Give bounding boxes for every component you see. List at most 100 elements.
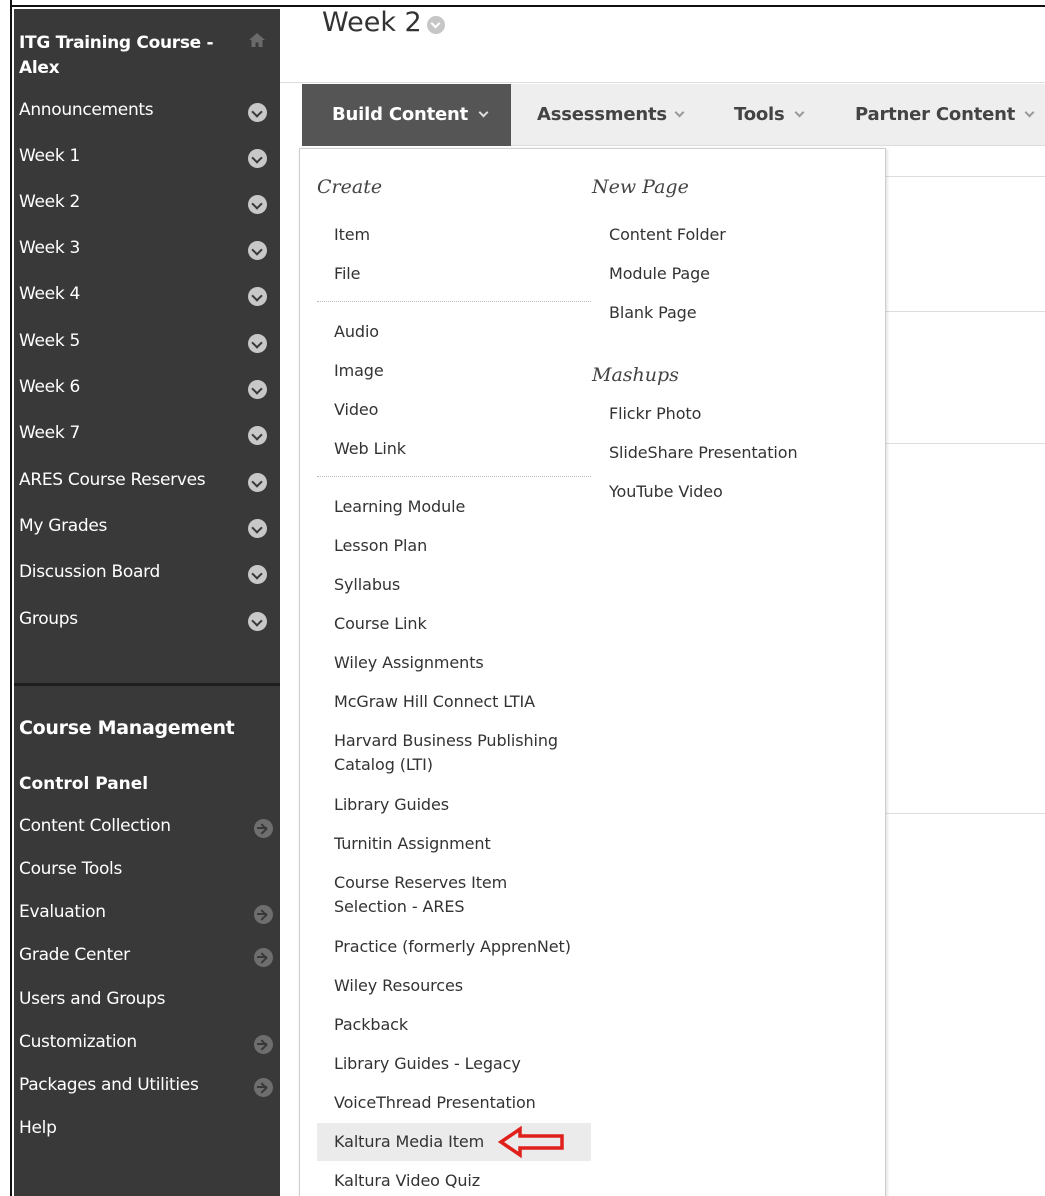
- menu-item-course-link[interactable]: Course Link: [334, 612, 427, 636]
- build-content-button[interactable]: Build Content: [302, 84, 511, 146]
- control-panel-item-content-collection[interactable]: Content Collection: [14, 809, 280, 847]
- control-panel-item-label: Grade Center: [19, 945, 130, 965]
- chevron-down-icon[interactable]: [248, 473, 267, 492]
- new-page-heading: New Page: [592, 176, 689, 198]
- arrow-right-icon[interactable]: [254, 1035, 273, 1054]
- control-panel-item-evaluation[interactable]: Evaluation: [14, 895, 280, 933]
- chevron-down-icon[interactable]: [248, 565, 267, 584]
- arrow-right-icon[interactable]: [254, 1078, 273, 1097]
- partner-content-label: Partner Content: [855, 104, 1016, 125]
- menu-item-course-reserves-item-selection[interactable]: Course Reserves Item Selection - ARES: [334, 871, 534, 919]
- home-icon[interactable]: [248, 31, 266, 49]
- menu-item-kaltura-video-quiz[interactable]: Kaltura Video Quiz: [334, 1169, 480, 1193]
- menu-separator: [317, 476, 591, 477]
- menu-item-learning-module[interactable]: Learning Module: [334, 495, 465, 519]
- build-content-dropdown: Create Item File Audio Image Video Web L…: [299, 148, 886, 1196]
- chevron-down-icon[interactable]: [248, 612, 267, 631]
- content-divider: [884, 813, 1045, 814]
- arrow-right-icon[interactable]: [254, 905, 273, 924]
- sidebar-item-groups[interactable]: Groups: [14, 601, 280, 641]
- sidebar-item-week-4[interactable]: Week 4: [14, 276, 280, 316]
- menu-item-item[interactable]: Item: [334, 223, 370, 247]
- control-panel-item-label: Evaluation: [19, 902, 106, 922]
- sidebar-item-label: Week 3: [19, 238, 80, 258]
- control-panel-item-label: Help: [19, 1118, 57, 1138]
- chevron-down-icon[interactable]: [248, 380, 267, 399]
- sidebar-item-label: Groups: [19, 609, 78, 629]
- sidebar-item-label: Week 5: [19, 331, 80, 351]
- chevron-down-icon[interactable]: [248, 241, 267, 260]
- arrow-right-icon[interactable]: [254, 948, 273, 967]
- assessments-button[interactable]: Assessments: [537, 84, 697, 146]
- sidebar-item-label: Week 7: [19, 423, 80, 443]
- menu-item-packback[interactable]: Packback: [334, 1013, 408, 1037]
- menu-item-blank-page[interactable]: Blank Page: [609, 301, 697, 325]
- sidebar-item-week-7[interactable]: Week 7: [14, 415, 280, 455]
- page-header: Week 2: [280, 7, 1045, 83]
- menu-item-module-page[interactable]: Module Page: [609, 262, 710, 286]
- course-title[interactable]: ITG Training Course - Alex: [19, 31, 229, 81]
- control-panel-item-grade-center[interactable]: Grade Center: [14, 938, 280, 976]
- sidebar-item-week-3[interactable]: Week 3: [14, 230, 280, 270]
- control-panel-item-label: Content Collection: [19, 816, 171, 836]
- sidebar-item-week-2[interactable]: Week 2: [14, 184, 280, 224]
- control-panel-item-users-and-groups[interactable]: Users and Groups: [14, 982, 280, 1020]
- menu-item-video[interactable]: Video: [334, 398, 378, 422]
- chevron-down-icon[interactable]: [248, 149, 267, 168]
- chevron-down-icon[interactable]: [248, 519, 267, 538]
- tools-button[interactable]: Tools: [734, 84, 814, 146]
- menu-item-web-link[interactable]: Web Link: [334, 437, 406, 461]
- content-toolbar: Build Content Assessments Tools Partner …: [302, 84, 1045, 146]
- partner-content-button[interactable]: Partner Content: [855, 84, 1045, 146]
- menu-item-image[interactable]: Image: [334, 359, 384, 383]
- menu-item-turnitin-assignment[interactable]: Turnitin Assignment: [334, 832, 491, 856]
- chevron-down-icon: [478, 107, 489, 118]
- content-divider: [884, 443, 1045, 444]
- menu-item-slideshare-presentation[interactable]: SlideShare Presentation: [609, 441, 798, 465]
- control-panel-item-packages-and-utilities[interactable]: Packages and Utilities: [14, 1068, 280, 1106]
- chevron-down-icon: [1024, 107, 1035, 118]
- control-panel-item-customization[interactable]: Customization: [14, 1025, 280, 1063]
- sidebar-item-discussion-board[interactable]: Discussion Board: [14, 554, 280, 594]
- arrow-right-icon[interactable]: [254, 819, 273, 838]
- menu-item-library-guides-legacy[interactable]: Library Guides - Legacy: [334, 1052, 521, 1076]
- menu-item-kaltura-media-item[interactable]: Kaltura Media Item: [334, 1130, 484, 1154]
- menu-item-flickr-photo[interactable]: Flickr Photo: [609, 402, 701, 426]
- sidebar-item-ares-course-reserves[interactable]: ARES Course Reserves: [14, 462, 280, 502]
- main-content: Week 2 Build Content Assessments Tools P…: [280, 7, 1045, 1196]
- control-panel-item-label: Packages and Utilities: [19, 1075, 199, 1095]
- menu-item-library-guides[interactable]: Library Guides: [334, 793, 449, 817]
- chevron-down-icon[interactable]: [248, 195, 267, 214]
- frame-top-border: [0, 0, 1045, 7]
- menu-item-harvard-business-publishing[interactable]: Harvard Business Publishing Catalog (LTI…: [334, 729, 579, 777]
- content-divider: [884, 176, 1045, 177]
- sidebar-item-label: Week 2: [19, 192, 80, 212]
- sidebar-item-announcements[interactable]: Announcements: [14, 92, 280, 132]
- tools-label: Tools: [734, 104, 785, 125]
- menu-item-mcgraw-hill-connect-ltia[interactable]: McGraw Hill Connect LTIA: [334, 690, 535, 714]
- control-panel-item-course-tools[interactable]: Course Tools: [14, 852, 280, 890]
- control-panel-item-help[interactable]: Help: [14, 1111, 280, 1149]
- menu-item-practice[interactable]: Practice (formerly ApprenNet): [334, 935, 571, 959]
- course-management-title: Course Management: [19, 717, 235, 739]
- sidebar-item-week-5[interactable]: Week 5: [14, 323, 280, 363]
- chevron-down-icon[interactable]: [248, 103, 267, 122]
- menu-item-file[interactable]: File: [334, 262, 360, 286]
- menu-item-audio[interactable]: Audio: [334, 320, 379, 344]
- menu-item-syllabus[interactable]: Syllabus: [334, 573, 400, 597]
- sidebar-item-label: Week 6: [19, 377, 80, 397]
- control-panel-item-label: Users and Groups: [19, 989, 166, 1009]
- sidebar-item-week-1[interactable]: Week 1: [14, 138, 280, 178]
- chevron-down-icon[interactable]: [248, 287, 267, 306]
- sidebar-item-my-grades[interactable]: My Grades: [14, 508, 280, 548]
- menu-item-wiley-assignments[interactable]: Wiley Assignments: [334, 651, 484, 675]
- menu-item-wiley-resources[interactable]: Wiley Resources: [334, 974, 463, 998]
- chevron-down-icon[interactable]: [248, 334, 267, 353]
- chevron-down-icon[interactable]: [427, 16, 445, 34]
- menu-item-lesson-plan[interactable]: Lesson Plan: [334, 534, 427, 558]
- menu-item-youtube-video[interactable]: YouTube Video: [609, 480, 723, 504]
- sidebar-item-week-6[interactable]: Week 6: [14, 369, 280, 409]
- menu-item-voicethread-presentation[interactable]: VoiceThread Presentation: [334, 1091, 536, 1115]
- chevron-down-icon[interactable]: [248, 426, 267, 445]
- menu-item-content-folder[interactable]: Content Folder: [609, 223, 726, 247]
